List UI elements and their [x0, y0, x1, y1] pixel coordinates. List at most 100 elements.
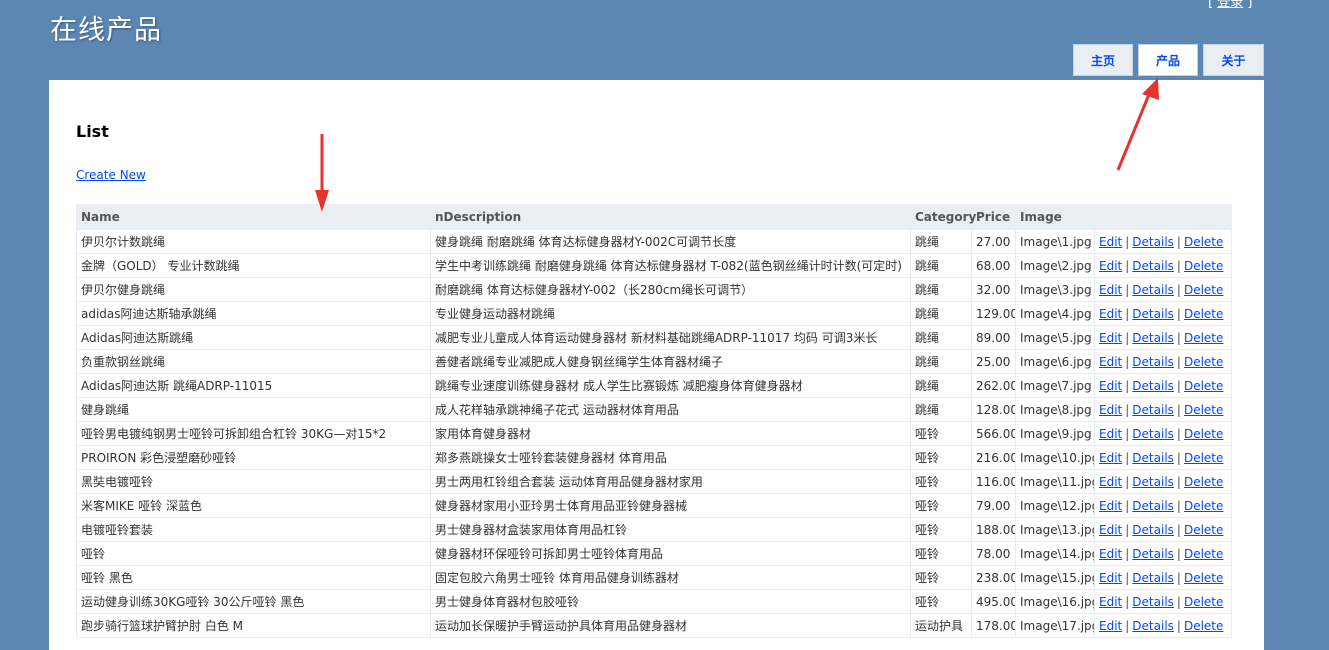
cell-image: Image\4.jpg — [1015, 301, 1095, 326]
login-link[interactable]: 登录 — [1217, 0, 1243, 10]
tab-products[interactable]: 产品 — [1138, 44, 1198, 76]
delete-link[interactable]: Delete — [1184, 571, 1223, 585]
delete-link[interactable]: Delete — [1184, 475, 1223, 489]
cell-description: 固定包胶六角男士哑铃 体育用品健身训练器材 — [430, 565, 911, 590]
details-link[interactable]: Details — [1132, 427, 1174, 441]
action-separator: | — [1125, 378, 1130, 393]
edit-link[interactable]: Edit — [1099, 355, 1122, 369]
delete-link[interactable]: Delete — [1184, 259, 1223, 273]
cell-category: 跳绳 — [910, 277, 972, 302]
edit-link[interactable]: Edit — [1099, 523, 1122, 537]
edit-link[interactable]: Edit — [1099, 235, 1122, 249]
details-link[interactable]: Details — [1132, 283, 1174, 297]
details-link[interactable]: Details — [1132, 523, 1174, 537]
delete-link[interactable]: Delete — [1184, 523, 1223, 537]
action-separator: | — [1125, 426, 1130, 441]
details-link[interactable]: Details — [1132, 307, 1174, 321]
action-separator: | — [1176, 618, 1181, 633]
edit-link[interactable]: Edit — [1099, 259, 1122, 273]
cell-description: 减肥专业儿童成人体育运动健身器材 新材料基础跳绳ADRP-11017 均码 可调… — [430, 325, 911, 350]
cell-actions: Edit | Details | Delete — [1094, 325, 1232, 350]
details-link[interactable]: Details — [1132, 379, 1174, 393]
edit-link[interactable]: Edit — [1099, 595, 1122, 609]
column-header-description: nDescription — [430, 204, 911, 230]
details-link[interactable]: Details — [1132, 547, 1174, 561]
delete-link[interactable]: Delete — [1184, 331, 1223, 345]
details-link[interactable]: Details — [1132, 355, 1174, 369]
create-new-link[interactable]: Create New — [76, 168, 146, 182]
edit-link[interactable]: Edit — [1099, 547, 1122, 561]
details-link[interactable]: Details — [1132, 331, 1174, 345]
cell-image: Image\12.jpg — [1015, 493, 1095, 518]
cell-actions: Edit | Details | Delete — [1094, 517, 1232, 542]
action-separator: | — [1125, 474, 1130, 489]
cell-price: 262.00 — [971, 373, 1016, 398]
edit-link[interactable]: Edit — [1099, 451, 1122, 465]
delete-link[interactable]: Delete — [1184, 235, 1223, 249]
cell-price: 79.00 — [971, 493, 1016, 518]
products-table: Name nDescription Category Price Image 伊… — [76, 204, 1232, 638]
edit-link[interactable]: Edit — [1099, 307, 1122, 321]
cell-price: 188.00 — [971, 517, 1016, 542]
edit-link[interactable]: Edit — [1099, 331, 1122, 345]
delete-link[interactable]: Delete — [1184, 451, 1223, 465]
details-link[interactable]: Details — [1132, 499, 1174, 513]
edit-link[interactable]: Edit — [1099, 571, 1122, 585]
cell-price: 238.00 — [971, 565, 1016, 590]
cell-category: 跳绳 — [910, 301, 972, 326]
delete-link[interactable]: Delete — [1184, 547, 1223, 561]
cell-category: 哑铃 — [910, 469, 972, 494]
cell-description: 男士健身体育器材包胶哑铃 — [430, 589, 911, 614]
cell-actions: Edit | Details | Delete — [1094, 397, 1232, 422]
details-link[interactable]: Details — [1132, 259, 1174, 273]
delete-link[interactable]: Delete — [1184, 427, 1223, 441]
cell-actions: Edit | Details | Delete — [1094, 229, 1232, 254]
cell-name: 哑铃 黑色 — [76, 565, 431, 590]
delete-link[interactable]: Delete — [1184, 619, 1223, 633]
main-menu: 主页 产品 关于 — [1073, 44, 1264, 76]
cell-actions: Edit | Details | Delete — [1094, 349, 1232, 374]
column-header-name: Name — [76, 204, 431, 230]
delete-link[interactable]: Delete — [1184, 307, 1223, 321]
cell-description: 健身跳绳 耐磨跳绳 体育达标健身器材Y-002C可调节长度 — [430, 229, 911, 254]
column-header-actions — [1094, 204, 1232, 230]
edit-link[interactable]: Edit — [1099, 283, 1122, 297]
delete-link[interactable]: Delete — [1184, 283, 1223, 297]
tab-about[interactable]: 关于 — [1203, 44, 1264, 76]
cell-image: Image\13.jpg — [1015, 517, 1095, 542]
cell-price: 116.00 — [971, 469, 1016, 494]
delete-link[interactable]: Delete — [1184, 379, 1223, 393]
details-link[interactable]: Details — [1132, 571, 1174, 585]
cell-name: 伊贝尔健身跳绳 — [76, 277, 431, 302]
details-link[interactable]: Details — [1132, 235, 1174, 249]
details-link[interactable]: Details — [1132, 403, 1174, 417]
edit-link[interactable]: Edit — [1099, 427, 1122, 441]
details-link[interactable]: Details — [1132, 595, 1174, 609]
delete-link[interactable]: Delete — [1184, 595, 1223, 609]
table-row: PROIRON 彩色浸塑磨砂哑铃 郑多燕跳操女士哑铃套装健身器材 体育用品 哑铃 21… — [76, 445, 1232, 470]
cell-name: PROIRON 彩色浸塑磨砂哑铃 — [76, 445, 431, 470]
delete-link[interactable]: Delete — [1184, 499, 1223, 513]
cell-category: 跳绳 — [910, 325, 972, 350]
action-separator: | — [1125, 402, 1130, 417]
edit-link[interactable]: Edit — [1099, 475, 1122, 489]
table-row: 哑铃男电镀纯钢男士哑铃可拆卸组合杠铃 30KG—对15*2 家用体育健身器材 哑铃 5… — [76, 421, 1232, 446]
cell-price: 129.00 — [971, 301, 1016, 326]
cell-image: Image\16.jpg — [1015, 589, 1095, 614]
details-link[interactable]: Details — [1132, 451, 1174, 465]
delete-link[interactable]: Delete — [1184, 355, 1223, 369]
delete-link[interactable]: Delete — [1184, 403, 1223, 417]
cell-category: 哑铃 — [910, 517, 972, 542]
action-separator: | — [1176, 594, 1181, 609]
cell-category: 哑铃 — [910, 541, 972, 566]
cell-description: 善健者跳绳专业减肥成人健身钢丝绳学生体育器材绳子 — [430, 349, 911, 374]
details-link[interactable]: Details — [1132, 475, 1174, 489]
cell-image: Image\14.jpg — [1015, 541, 1095, 566]
tab-home[interactable]: 主页 — [1073, 44, 1133, 76]
edit-link[interactable]: Edit — [1099, 499, 1122, 513]
table-row: 伊贝尔计数跳绳 健身跳绳 耐磨跳绳 体育达标健身器材Y-002C可调节长度 跳绳 27… — [76, 229, 1232, 254]
edit-link[interactable]: Edit — [1099, 619, 1122, 633]
details-link[interactable]: Details — [1132, 619, 1174, 633]
edit-link[interactable]: Edit — [1099, 379, 1122, 393]
edit-link[interactable]: Edit — [1099, 403, 1122, 417]
